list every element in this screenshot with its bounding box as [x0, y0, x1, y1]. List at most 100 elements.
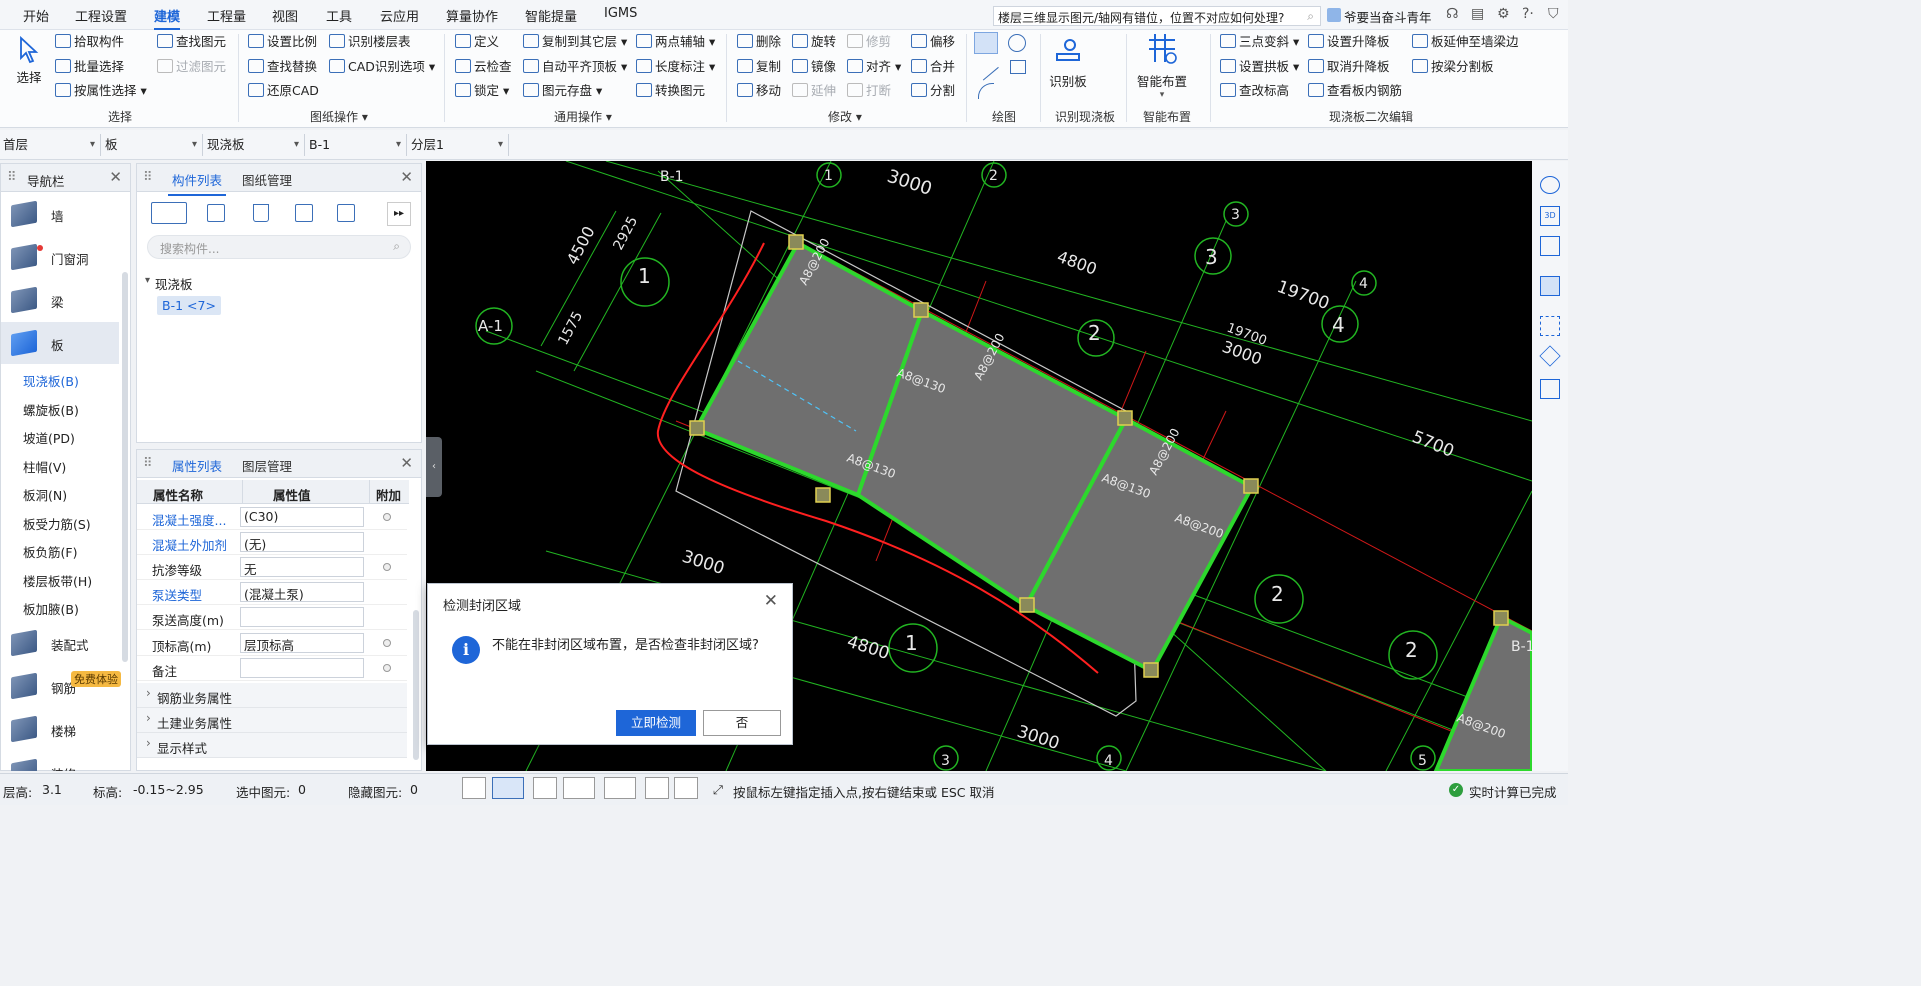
- identify-slab-button[interactable]: 识别板: [1046, 34, 1090, 90]
- list-view-icon[interactable]: [1540, 379, 1560, 399]
- no-button[interactable]: 否: [703, 710, 781, 736]
- section-display-style[interactable]: 显示样式: [137, 733, 407, 758]
- cube-view-icon[interactable]: [1540, 236, 1560, 256]
- restore-cad-button[interactable]: 还原CAD: [248, 81, 319, 101]
- tab-drawing-management[interactable]: 图纸管理: [242, 170, 292, 189]
- grip-icon[interactable]: ⠿: [7, 170, 17, 185]
- nav-item-decoration[interactable]: 装修: [1, 751, 119, 771]
- line-draw-icon[interactable]: [973, 55, 999, 81]
- fullscreen-icon[interactable]: [1540, 316, 1560, 336]
- cloud-check-button[interactable]: 云检查: [455, 57, 512, 77]
- more-icon[interactable]: ▸▸: [387, 202, 411, 226]
- nav-item-beam[interactable]: 梁: [1, 279, 119, 321]
- nav-item-slab[interactable]: 板: [1, 322, 119, 364]
- tree-item-b1[interactable]: B-1 <7>: [157, 296, 221, 315]
- ortho-snap-button[interactable]: [462, 777, 486, 799]
- headset-icon[interactable]: ☊: [1446, 6, 1458, 22]
- move-button[interactable]: 移动: [737, 81, 781, 101]
- sub-item-negative-rebar[interactable]: 板负筋(F): [23, 542, 77, 561]
- help-icon[interactable]: ?·: [1522, 6, 1534, 22]
- copy-component-icon[interactable]: [207, 204, 225, 222]
- sub-item-cast-slab[interactable]: 现浇板(B): [23, 371, 79, 390]
- angle-snap-button[interactable]: [563, 777, 595, 799]
- prop-value-input[interactable]: (无): [240, 532, 364, 552]
- extend-button[interactable]: 延伸: [792, 81, 836, 101]
- prop-value-input[interactable]: (C30): [240, 507, 364, 527]
- nav-scrollbar[interactable]: [122, 272, 128, 662]
- cancel-raise-lower-button[interactable]: 取消升降板: [1308, 57, 1390, 77]
- layer-copy-icon[interactable]: [337, 204, 355, 222]
- orbit-icon[interactable]: [1540, 176, 1560, 194]
- prop-extra-checkbox[interactable]: [383, 664, 391, 672]
- set-raise-lower-button[interactable]: 设置升降板: [1308, 32, 1390, 52]
- prop-value-input[interactable]: 无: [240, 557, 364, 577]
- mirror-button[interactable]: 镜像: [792, 57, 836, 77]
- close-icon[interactable]: ✕: [109, 168, 122, 186]
- menu-start[interactable]: 开始: [23, 6, 49, 25]
- box-view-icon[interactable]: [1540, 276, 1560, 296]
- smart-layout-button[interactable]: 智能布置 ▾: [1136, 32, 1188, 100]
- nav-item-wall[interactable]: 墙: [1, 193, 119, 235]
- layer-snap-button[interactable]: [645, 777, 669, 799]
- menu-modeling[interactable]: 建模: [154, 6, 181, 30]
- menu-igms[interactable]: IGMS: [604, 6, 637, 21]
- define-button[interactable]: 定义: [455, 32, 499, 52]
- trim-button[interactable]: 修剪: [847, 32, 891, 52]
- delete-button[interactable]: 删除: [737, 32, 781, 52]
- detect-now-button[interactable]: 立即检测: [616, 710, 696, 736]
- nav-item-stairs[interactable]: 楼梯: [1, 708, 119, 750]
- menu-tools[interactable]: 工具: [326, 6, 352, 25]
- category-select[interactable]: 板: [102, 134, 203, 156]
- tab-component-list[interactable]: 构件列表: [167, 170, 227, 196]
- type-select[interactable]: 现浇板: [204, 134, 305, 156]
- two-point-axis-button[interactable]: 两点辅轴 ▾: [636, 32, 715, 52]
- calculator-icon[interactable]: ▤: [1471, 6, 1484, 22]
- break-button[interactable]: 打断: [847, 81, 891, 101]
- length-dim-button[interactable]: 长度标注 ▾: [636, 57, 715, 77]
- cad-options-button[interactable]: CAD识别选项 ▾: [329, 57, 435, 77]
- check-elevation-button[interactable]: 查改标高: [1220, 81, 1289, 101]
- view-rebar-button[interactable]: 查看板内钢筋: [1308, 81, 1402, 101]
- select-button[interactable]: 选择: [12, 35, 46, 86]
- rect-draw-icon[interactable]: [1010, 60, 1026, 74]
- prop-value-input[interactable]: (混凝土泵): [240, 582, 364, 602]
- property-scrollbar[interactable]: [413, 610, 419, 760]
- prop-extra-checkbox[interactable]: [383, 563, 391, 571]
- section-civil-props[interactable]: 土建业务属性: [137, 708, 407, 733]
- nav-item-prefab[interactable]: 装配式: [1, 622, 119, 664]
- lock-button[interactable]: 锁定 ▾: [455, 81, 509, 101]
- help-search-input[interactable]: 楼层三维显示图元/轴网有错位，位置不对应如何处理? ⌕: [993, 6, 1321, 26]
- arc-snap-button[interactable]: [674, 777, 698, 799]
- nav-item-opening[interactable]: 门窗洞: [1, 236, 119, 278]
- extend-to-wall-button[interactable]: 板延伸至墙梁边: [1412, 32, 1519, 52]
- trash-icon[interactable]: [253, 204, 269, 222]
- sub-item-slab-hole[interactable]: 板洞(N): [23, 485, 67, 504]
- save-element-button[interactable]: 图元存盘 ▾: [523, 81, 602, 101]
- new-component-icon[interactable]: [151, 202, 187, 224]
- rect-snap-button[interactable]: [492, 777, 524, 799]
- close-icon[interactable]: ✕: [400, 168, 413, 186]
- point-draw-icon[interactable]: [974, 32, 998, 54]
- section-rebar-props[interactable]: 钢筋业务属性: [137, 683, 407, 708]
- circle-draw-icon[interactable]: [1008, 34, 1026, 52]
- three-point-slope-button[interactable]: 三点变斜 ▾: [1220, 32, 1299, 52]
- sub-item-slab-rebar[interactable]: 板受力筋(S): [23, 514, 91, 533]
- filter-element-button[interactable]: 过滤图元: [157, 57, 226, 77]
- settings-icon[interactable]: ⚙: [1497, 6, 1510, 22]
- grip-icon[interactable]: ⠿: [143, 456, 153, 471]
- prop-value-input[interactable]: [240, 607, 364, 627]
- sub-item-column-cap[interactable]: 柱帽(V): [23, 457, 66, 476]
- merge-button[interactable]: 合并: [911, 57, 955, 77]
- panel-collapse-handle[interactable]: ‹: [426, 437, 442, 497]
- tree-collapse-icon[interactable]: ▾: [145, 275, 150, 286]
- grip-icon[interactable]: ⠿: [143, 170, 153, 185]
- menu-project-settings[interactable]: 工程设置: [75, 6, 127, 25]
- menu-view[interactable]: 视图: [272, 6, 298, 25]
- arc-draw-icon[interactable]: [978, 83, 994, 99]
- identify-floor-table-button[interactable]: 识别楼层表: [329, 32, 411, 52]
- nav-item-steel[interactable]: 钢筋 免费体验: [1, 665, 121, 707]
- auto-flush-button[interactable]: 自动平齐顶板 ▾: [523, 57, 627, 77]
- prop-extra-checkbox[interactable]: [383, 639, 391, 647]
- select-by-attr-button[interactable]: 按属性选择 ▾: [55, 81, 147, 101]
- copy-to-floor-button[interactable]: 复制到其它层 ▾: [523, 32, 627, 52]
